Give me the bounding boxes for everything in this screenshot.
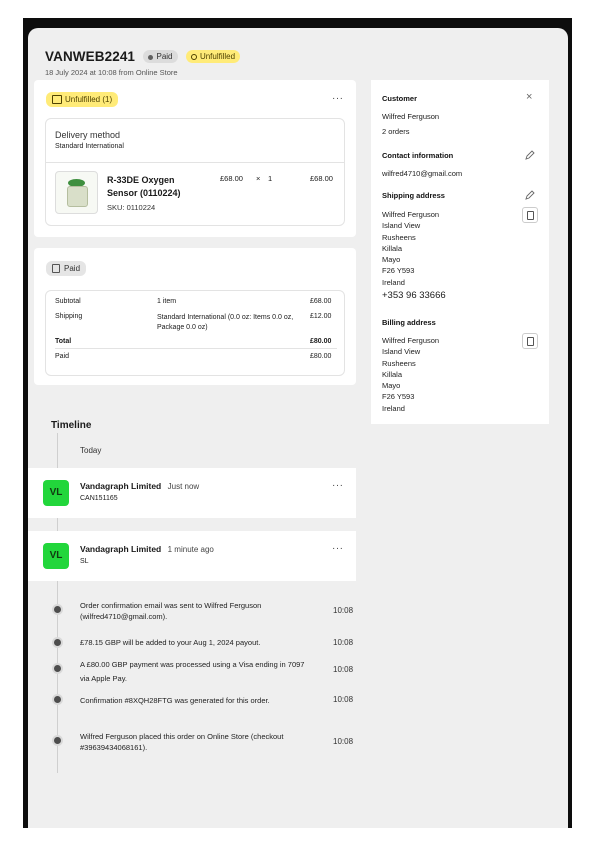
- timeline-title: Timeline: [51, 420, 92, 431]
- timeline-event-time: 10:08: [333, 665, 354, 674]
- avatar: VL: [43, 480, 69, 506]
- fulfillment-more-button[interactable]: ···: [332, 93, 344, 104]
- product-price: £68.00: [220, 174, 243, 183]
- product-name[interactable]: R-33DE Oxygen Sensor (0110224): [107, 174, 181, 200]
- customer-heading: Customer: [382, 94, 418, 103]
- timeline-event-text: £78.15 GBP will be added to your Aug 1, …: [80, 638, 261, 647]
- receipt-icon: [52, 264, 60, 274]
- clipboard-icon: [527, 337, 534, 346]
- comment-time: Just now: [167, 482, 200, 491]
- timeline-event-dot: [54, 737, 61, 744]
- product-thumbnail[interactable]: [55, 171, 98, 214]
- timeline-event-dot: [54, 639, 61, 646]
- paid-badge: Paid: [143, 50, 178, 64]
- status-ring-icon: [190, 54, 197, 61]
- timeline-event-text: Wilfred Ferguson placed this order on On…: [80, 732, 284, 752]
- delivery-method-label: Delivery method: [55, 130, 121, 140]
- edit-pencil-icon[interactable]: [525, 190, 535, 202]
- avatar: VL: [43, 543, 69, 569]
- customer-sidebar: Customer × Wilfred Ferguson 2 orders Con…: [371, 80, 549, 424]
- order-page: VANWEB2241 Paid Unfulfilled 18 July 2024…: [28, 28, 568, 828]
- clipboard-icon: [527, 211, 534, 220]
- unfulfilled-status-pill: Unfulfilled (1): [46, 92, 119, 108]
- product-sku: SKU: 0110224: [107, 203, 156, 212]
- total-label: Total: [55, 338, 72, 345]
- customer-orders-link[interactable]: 2 orders: [382, 126, 410, 137]
- delivery-method-value: Standard International: [55, 143, 124, 150]
- comment-more-button[interactable]: ···: [332, 543, 344, 554]
- unfulfilled-badge: Unfulfilled: [185, 50, 241, 64]
- shipping-phone[interactable]: +353 96 33666: [382, 290, 446, 301]
- total-amount: £80.00: [310, 338, 332, 345]
- comment-more-button[interactable]: ···: [332, 480, 344, 491]
- comment-author: Vandagraph Limited: [80, 481, 162, 491]
- subtotal-label: Subtotal: [55, 298, 81, 305]
- shipping-label: Shipping: [55, 313, 83, 320]
- payment-card: Paid Subtotal 1 item £68.00 Shipping Sta…: [34, 248, 356, 385]
- timeline-event-text: Confirmation #8XQH28FTG was generated fo…: [80, 696, 270, 705]
- timeline-event-time: 10:08: [333, 737, 354, 746]
- subtotal-desc: 1 item: [157, 298, 177, 305]
- timeline-event-dot: [54, 665, 61, 672]
- product-qty: 1: [268, 174, 273, 183]
- comment-time: 1 minute ago: [167, 545, 214, 554]
- timeline-comment: VL Vandagraph Limited Just now CAN151165…: [28, 468, 356, 518]
- copy-address-button[interactable]: [522, 207, 538, 223]
- order-header: VANWEB2241 Paid Unfulfilled 18 July 2024…: [45, 48, 241, 77]
- timeline-comment: VL Vandagraph Limited 1 minute ago SL ··…: [28, 531, 356, 581]
- shipping-desc: Standard International (0.0 oz: Items 0.…: [157, 314, 294, 331]
- close-icon[interactable]: ×: [526, 91, 532, 103]
- payment-summary: Subtotal 1 item £68.00 Shipping Standard…: [45, 290, 345, 376]
- divider: [55, 348, 337, 349]
- timeline-event-dot: [54, 606, 61, 613]
- paid-amount: £80.00: [310, 353, 332, 360]
- contact-email-link[interactable]: wilfred4710@gmail.com: [382, 168, 462, 179]
- paid-status-pill: Paid: [46, 261, 87, 277]
- comment-header: Vandagraph Limited Just now: [80, 481, 199, 491]
- product-total: £68.00: [310, 174, 333, 183]
- timeline-event-text: Order confirmation email was sent to Wil…: [80, 601, 262, 621]
- divider: [46, 162, 344, 163]
- timeline-event-text: A £80.00 GBP payment was processed using…: [80, 660, 305, 683]
- fulfillment-inner: Delivery method Standard International R…: [45, 118, 345, 226]
- contact-heading: Contact information: [382, 151, 454, 160]
- sensor-body: [67, 186, 88, 207]
- comment-header: Vandagraph Limited 1 minute ago: [80, 544, 214, 554]
- comment-text: CAN151165: [80, 495, 118, 502]
- order-subtitle: 18 July 2024 at 10:08 from Online Store: [45, 68, 178, 77]
- subtotal-amount: £68.00: [310, 298, 332, 305]
- package-icon: [52, 95, 62, 105]
- edit-pencil-icon[interactable]: [525, 150, 535, 162]
- timeline-today: Today: [80, 446, 102, 455]
- times-sign: ×: [256, 174, 261, 183]
- timeline-event-time: 10:08: [333, 638, 354, 647]
- timeline-event-dot: [54, 696, 61, 703]
- paid-label: Paid: [55, 353, 70, 360]
- shipping-heading: Shipping address: [382, 191, 445, 200]
- comment-text: SL: [80, 558, 89, 565]
- customer-name-link[interactable]: Wilfred Ferguson: [382, 111, 439, 122]
- timeline-event-time: 10:08: [333, 695, 354, 704]
- shipping-address: Wilfred Ferguson Island View Rusheens Ki…: [382, 210, 440, 287]
- billing-address: Wilfred Ferguson Island View Rusheens Ki…: [382, 336, 440, 413]
- status-dot-icon: [148, 54, 154, 60]
- timeline-event-time: 10:08: [333, 606, 354, 615]
- shipping-amount: £12.00: [310, 313, 332, 320]
- fulfillment-card: Unfulfilled (1) ··· Delivery method Stan…: [34, 80, 356, 237]
- billing-heading: Billing address: [382, 318, 436, 327]
- order-id: VANWEB2241: [45, 49, 136, 65]
- comment-author: Vandagraph Limited: [80, 544, 162, 554]
- copy-address-button[interactable]: [522, 333, 538, 349]
